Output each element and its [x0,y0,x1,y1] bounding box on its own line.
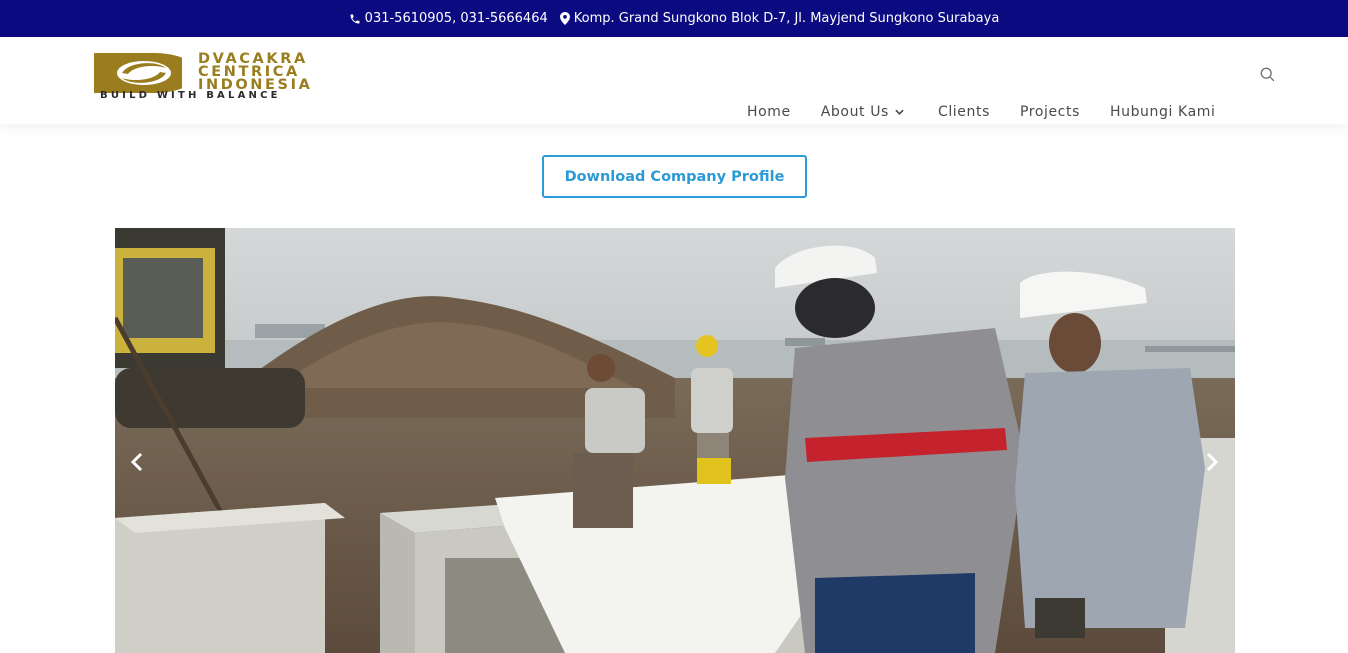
address-text: Komp. Grand Sungkono Blok D-7, Jl. Mayje… [573,11,1000,26]
chevron-left-icon [130,452,143,472]
nav-clients-label: Clients [937,104,990,120]
phone-info[interactable]: 031-5610905, 031-5666464 [349,11,548,26]
nav-about-us[interactable]: About Us [821,104,904,120]
nav-home-label: Home [747,104,791,120]
nav-about-us-label: About Us [820,104,889,120]
phone-text: 031-5610905, 031-5666464 [364,11,548,26]
image-slider [115,228,1235,653]
map-marker-icon [559,12,570,25]
address-info: Komp. Grand Sungkono Blok D-7, Jl. Mayje… [559,11,1000,26]
nav-projects-label: Projects [1019,104,1080,120]
slider-prev-button[interactable] [125,450,149,474]
nav-clients[interactable]: Clients [938,104,990,120]
nav-projects[interactable]: Projects [1020,104,1080,120]
download-company-profile-button[interactable]: Download Company Profile [542,155,807,198]
site-header: DVACAKRA CENTRICA INDONESIA BUILD WITH B… [0,37,1348,124]
logo-tagline: BUILD WITH BALANCE [100,90,281,101]
nav-hubungi-kami[interactable]: Hubungi Kami [1110,104,1216,120]
site-logo[interactable]: DVACAKRA CENTRICA INDONESIA BUILD WITH B… [94,52,359,102]
main-nav: Home About Us Clients Projects Hubungi K… [747,74,1245,150]
logo-mark-icon [94,53,182,93]
phone-icon [350,14,360,23]
slider-next-button[interactable] [1200,450,1224,474]
nav-hubungi-kami-label: Hubungi Kami [1109,104,1216,120]
search-icon[interactable] [1259,66,1277,84]
construction-site-photo [115,228,1235,653]
chevron-right-icon [1206,452,1219,472]
chevron-down-icon [895,109,904,115]
top-info-bar: 031-5610905, 031-5666464 Komp. Grand Sun… [0,0,1348,37]
nav-home[interactable]: Home [747,104,791,120]
